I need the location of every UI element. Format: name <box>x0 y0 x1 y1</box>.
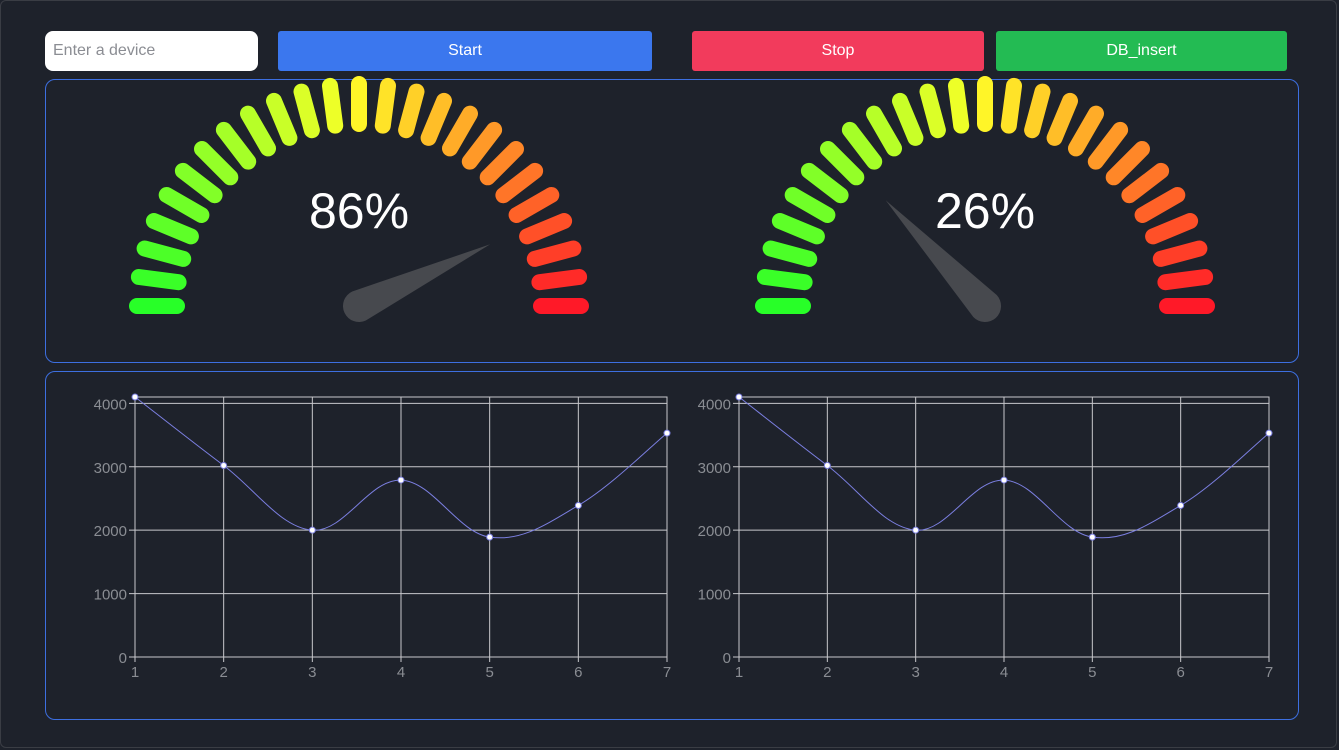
x-tick-label: 4 <box>1000 664 1008 681</box>
data-point[interactable] <box>1000 476 1008 484</box>
db-insert-button[interactable]: DB_insert <box>996 31 1287 71</box>
x-tick-label: 5 <box>1088 664 1096 681</box>
data-point[interactable] <box>574 501 582 509</box>
y-tick-label: 0 <box>723 650 731 667</box>
x-tick-label: 6 <box>574 664 582 681</box>
gauge-segment <box>919 83 946 139</box>
y-tick-label: 0 <box>119 650 127 667</box>
data-point[interactable] <box>486 533 494 541</box>
gauge-segment <box>800 162 849 204</box>
device-input[interactable] <box>45 31 258 71</box>
gauge-value-label: 26% <box>935 183 1035 239</box>
y-tick-label: 1000 <box>698 587 731 604</box>
data-point[interactable] <box>397 476 405 484</box>
data-point[interactable] <box>912 526 920 534</box>
chart-panel: 0 1000 2000 3000 4000 1 2 3 4 5 6 7 0 1000 2000 3000 40… <box>45 371 1299 720</box>
line-chart-right: 0 1000 2000 3000 4000 1 2 3 4 5 6 7 <box>698 393 1273 681</box>
x-tick-label: 2 <box>823 664 831 681</box>
x-tick-label: 1 <box>735 664 743 681</box>
y-tick-label: 2000 <box>94 523 127 540</box>
y-tick-label: 1000 <box>94 587 127 604</box>
gauge-segment <box>1068 105 1104 157</box>
x-tick-label: 5 <box>485 664 493 681</box>
gauge-segment <box>892 92 924 146</box>
y-tick-label: 4000 <box>94 396 127 413</box>
x-tick-label: 4 <box>397 664 405 681</box>
gauge-segment <box>756 269 813 291</box>
data-point[interactable] <box>735 393 743 401</box>
gauge-segment <box>1152 240 1208 267</box>
gauge-segment <box>866 105 902 157</box>
x-tick-label: 2 <box>219 664 227 681</box>
data-point[interactable] <box>823 461 831 469</box>
y-tick-label: 3000 <box>94 460 127 477</box>
gauge-segment <box>762 240 818 267</box>
gauge-segment <box>1087 121 1129 170</box>
x-tick-label: 1 <box>131 664 139 681</box>
gauge-panel: 86% 26% <box>45 76 1299 363</box>
toolbar: Start Stop DB_insert <box>45 31 1287 71</box>
gauge-segment <box>841 121 883 170</box>
x-tick-label: 3 <box>911 664 919 681</box>
start-button[interactable]: Start <box>278 31 652 71</box>
gauge-segment <box>1121 162 1170 204</box>
gauge-segment <box>784 187 836 223</box>
gauge-segment <box>1157 269 1214 291</box>
gauge-right: 26% <box>755 76 1215 323</box>
data-point[interactable] <box>1177 501 1185 509</box>
gauge-segment <box>1024 83 1051 139</box>
gauge-segment <box>820 141 865 186</box>
y-tick-label: 3000 <box>698 460 731 477</box>
line-chart-left: 010002000300040001 2 3 4 5 6 7 <box>94 393 671 681</box>
gauge-segment <box>1046 92 1078 146</box>
gauge-segment <box>948 77 970 134</box>
y-tick-label: 4000 <box>698 396 731 413</box>
data-point[interactable] <box>308 526 316 534</box>
data-point[interactable] <box>1265 429 1273 437</box>
stop-button[interactable]: Stop <box>692 31 984 71</box>
x-tick-label: 7 <box>1265 664 1273 681</box>
x-tick-label: 6 <box>1176 664 1184 681</box>
data-point[interactable] <box>220 461 228 469</box>
gauge-segment <box>1105 141 1150 186</box>
gauge-segment <box>1134 187 1186 223</box>
gauge-segment <box>771 213 825 245</box>
gauge-segment <box>1145 213 1199 245</box>
y-tick-label: 2000 <box>698 523 731 540</box>
x-tick-label: 3 <box>308 664 316 681</box>
gauge-segment <box>1000 77 1022 134</box>
data-point[interactable] <box>1088 533 1096 541</box>
data-point[interactable] <box>131 393 139 401</box>
